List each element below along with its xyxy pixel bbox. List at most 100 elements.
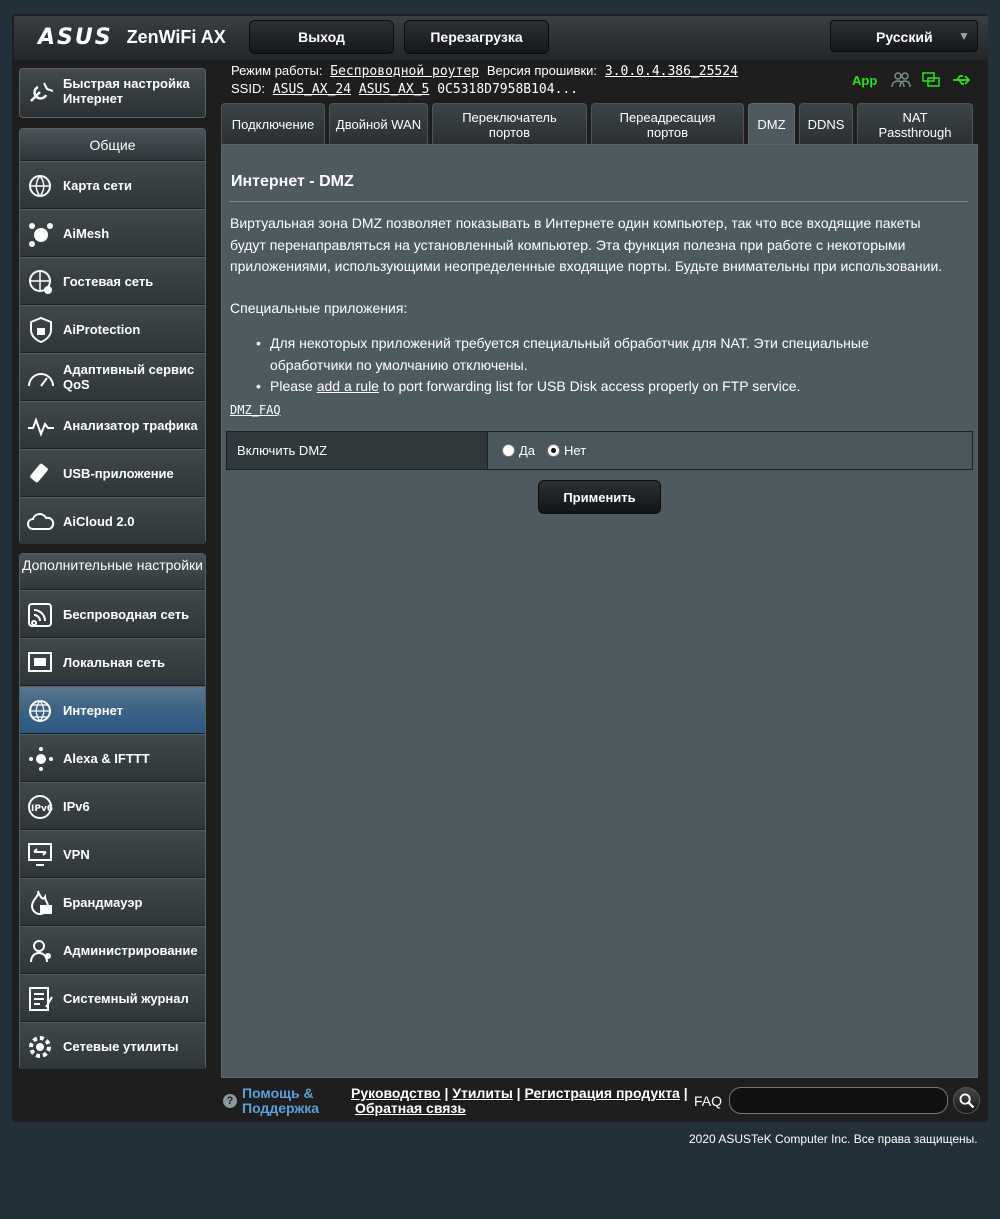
sidebar-item-label: Администрирование	[63, 942, 198, 958]
network-status-icon[interactable]	[921, 71, 941, 89]
bullet-text-pre: Please	[270, 378, 317, 394]
sidebar-item-label: Интернет	[63, 702, 124, 718]
language-value: Русский	[876, 29, 933, 45]
sidebar-item-label: AiProtection	[63, 321, 141, 337]
firmware-label: Версия прошивки:	[486, 63, 598, 78]
usb-icon[interactable]	[951, 71, 971, 89]
menu-advanced-title: Дополнительные настройки	[20, 554, 205, 590]
ssid-24-link[interactable]: ASUS_AX_24	[273, 82, 351, 97]
status-row-mode: Режим работы: Беспроводной роутер Версия…	[231, 63, 738, 79]
sidebar-item-aimesh[interactable]: AiMesh	[20, 209, 205, 257]
menu-general-title: Общие	[20, 129, 205, 161]
manual-link[interactable]: Руководство	[351, 1085, 441, 1101]
sidebar-item-traffic-analyzer[interactable]: Анализатор трафика	[20, 401, 205, 449]
title-divider	[229, 201, 968, 202]
copyright: 2020 ASUSTeK Computer Inc. Все права защ…	[689, 1132, 978, 1146]
tab-dual-wan[interactable]: Двойной WAN	[329, 103, 428, 145]
brand-logo: ASUS	[38, 24, 113, 50]
sidebar-item-label: Брандмауэр	[63, 894, 143, 910]
logo: ASUS ZenWiFi AX	[38, 24, 226, 50]
ssid-5-link[interactable]: ASUS_AX_5	[359, 82, 429, 97]
globe-icon	[29, 700, 51, 722]
cloud-icon	[27, 513, 55, 530]
dmz-no-radio[interactable]	[547, 444, 561, 457]
dmz-description: Виртуальная зона DMZ позволяет показыват…	[230, 215, 943, 274]
sidebar-item-label: Системный журнал	[63, 990, 189, 1006]
sidebar-item-wireless[interactable]: Беспроводная сеть	[20, 590, 205, 638]
sidebar-item-vpn[interactable]: VPN	[20, 830, 205, 878]
menu-advanced: Дополнительные настройки Беспроводная се…	[19, 553, 206, 1070]
tab-port-forwarding[interactable]: Переадресация портов	[591, 103, 744, 145]
sidebar-item-network-tools[interactable]: Сетевые утилиты	[20, 1022, 205, 1070]
enable-dmz-label: Включить DMZ	[227, 432, 488, 469]
list-item: Please add a rule to port forwarding lis…	[250, 376, 950, 398]
mode-label: Режим работы:	[231, 63, 323, 78]
sidebar-item-usb-app[interactable]: USB-приложение	[20, 449, 205, 497]
sidebar-item-internet[interactable]: Интернет	[20, 686, 205, 734]
quick-setup-item[interactable]: Быстрая настройка Интернет	[19, 68, 206, 118]
utilities-link[interactable]: Утилиты	[452, 1085, 512, 1101]
bullet-text: Для некоторых приложений требуется специ…	[270, 335, 869, 373]
globe-icon	[29, 175, 51, 197]
sidebar-item-firewall[interactable]: Брандмауэр	[20, 878, 205, 926]
sidebar-item-aiprotection[interactable]: AiProtection	[20, 305, 205, 353]
sidebar-item-guest-network[interactable]: Гостевая сеть	[20, 257, 205, 305]
app-indicator[interactable]: App	[852, 73, 877, 88]
apply-button[interactable]: Применить	[538, 480, 661, 514]
bullet-text-post: to port forwarding list for USB Disk acc…	[378, 378, 801, 394]
feedback-link[interactable]: Обратная связь	[355, 1100, 466, 1116]
faq-label: FAQ	[694, 1093, 723, 1109]
sidebar-item-label: IPv6	[63, 798, 90, 814]
reboot-button[interactable]: Перезагрузка	[404, 20, 549, 54]
sidebar-item-aicloud[interactable]: AiCloud 2.0	[20, 497, 205, 545]
quick-setup-icon	[30, 82, 54, 102]
sidebar-item-network-map[interactable]: Карта сети	[20, 161, 205, 209]
sidebar-item-lan[interactable]: Локальная сеть	[20, 638, 205, 686]
sidebar-item-administration[interactable]: Администрирование	[20, 926, 205, 974]
faq-search-input[interactable]	[729, 1087, 948, 1114]
ipv6-icon: IPv6	[28, 795, 53, 819]
sidebar-item-system-log[interactable]: Системный журнал	[20, 974, 205, 1022]
dmz-settings-table: Включить DMZ Да Нет	[226, 431, 973, 470]
tab-dmz[interactable]: DMZ	[748, 103, 795, 145]
chevron-down-icon: ▼	[958, 29, 970, 43]
add-rule-link[interactable]: add a rule	[317, 378, 379, 394]
dmz-yes-radio[interactable]	[502, 444, 515, 457]
language-select[interactable]: Русский ▼	[830, 20, 978, 52]
logout-button[interactable]: Выход	[249, 20, 394, 54]
tab-nat-passthrough[interactable]: NAT Passthrough	[857, 103, 973, 145]
guest-network-icon	[29, 270, 52, 294]
sidebar-item-label: Беспроводная сеть	[63, 606, 190, 622]
quick-setup-label: Быстрая настройка Интернет	[63, 76, 190, 106]
firmware-link[interactable]: 3.0.0.4.386_25524	[605, 64, 738, 79]
firewall-icon	[30, 890, 52, 915]
list-item: Для некоторых приложений требуется специ…	[250, 333, 950, 376]
sidebar-item-qos[interactable]: Адаптивный сервис QoS	[20, 353, 205, 401]
sidebar-item-label: Гостевая сеть	[63, 273, 154, 289]
sidebar-item-label: Сетевые утилиты	[63, 1038, 179, 1054]
clients-icon[interactable]	[891, 71, 911, 89]
dmz-no-label: Нет	[564, 443, 587, 458]
vpn-icon	[28, 843, 52, 866]
mode-link[interactable]: Беспроводной роутер	[330, 64, 479, 79]
sidebar-item-alexa[interactable]: Alexa & IFTTT	[20, 734, 205, 782]
speedometer-icon	[28, 373, 54, 387]
usb-app-icon	[30, 463, 48, 483]
tab-port-trigger[interactable]: Переключатель портов	[432, 103, 587, 145]
footer-links: Руководство | Утилиты | Регистрация прод…	[351, 1085, 688, 1116]
sidebar-item-label: Анализатор трафика	[63, 417, 198, 433]
product-registration-link[interactable]: Регистрация продукта	[525, 1085, 680, 1101]
help-support-link[interactable]: Помощь & Поддержка	[242, 1086, 322, 1116]
dmz-faq-link[interactable]: DMZ_FAQ	[230, 403, 281, 417]
search-icon[interactable]	[953, 1087, 980, 1114]
sidebar-item-label: AiMesh	[63, 225, 110, 241]
svg-text:IPv6: IPv6	[31, 804, 53, 814]
tab-ddns[interactable]: DDNS	[799, 103, 853, 145]
sidebar-item-ipv6[interactable]: IPv6 IPv6	[20, 782, 205, 830]
tab-connection[interactable]: Подключение	[221, 103, 325, 145]
dmz-yes-label: Да	[519, 443, 536, 458]
shield-lock-icon	[30, 316, 52, 344]
model-name: ZenWiFi AX	[126, 26, 226, 47]
sidebar-item-label: Alexa & IFTTT	[63, 750, 150, 766]
mac-address: 0C5318D7958B104...	[437, 82, 579, 97]
